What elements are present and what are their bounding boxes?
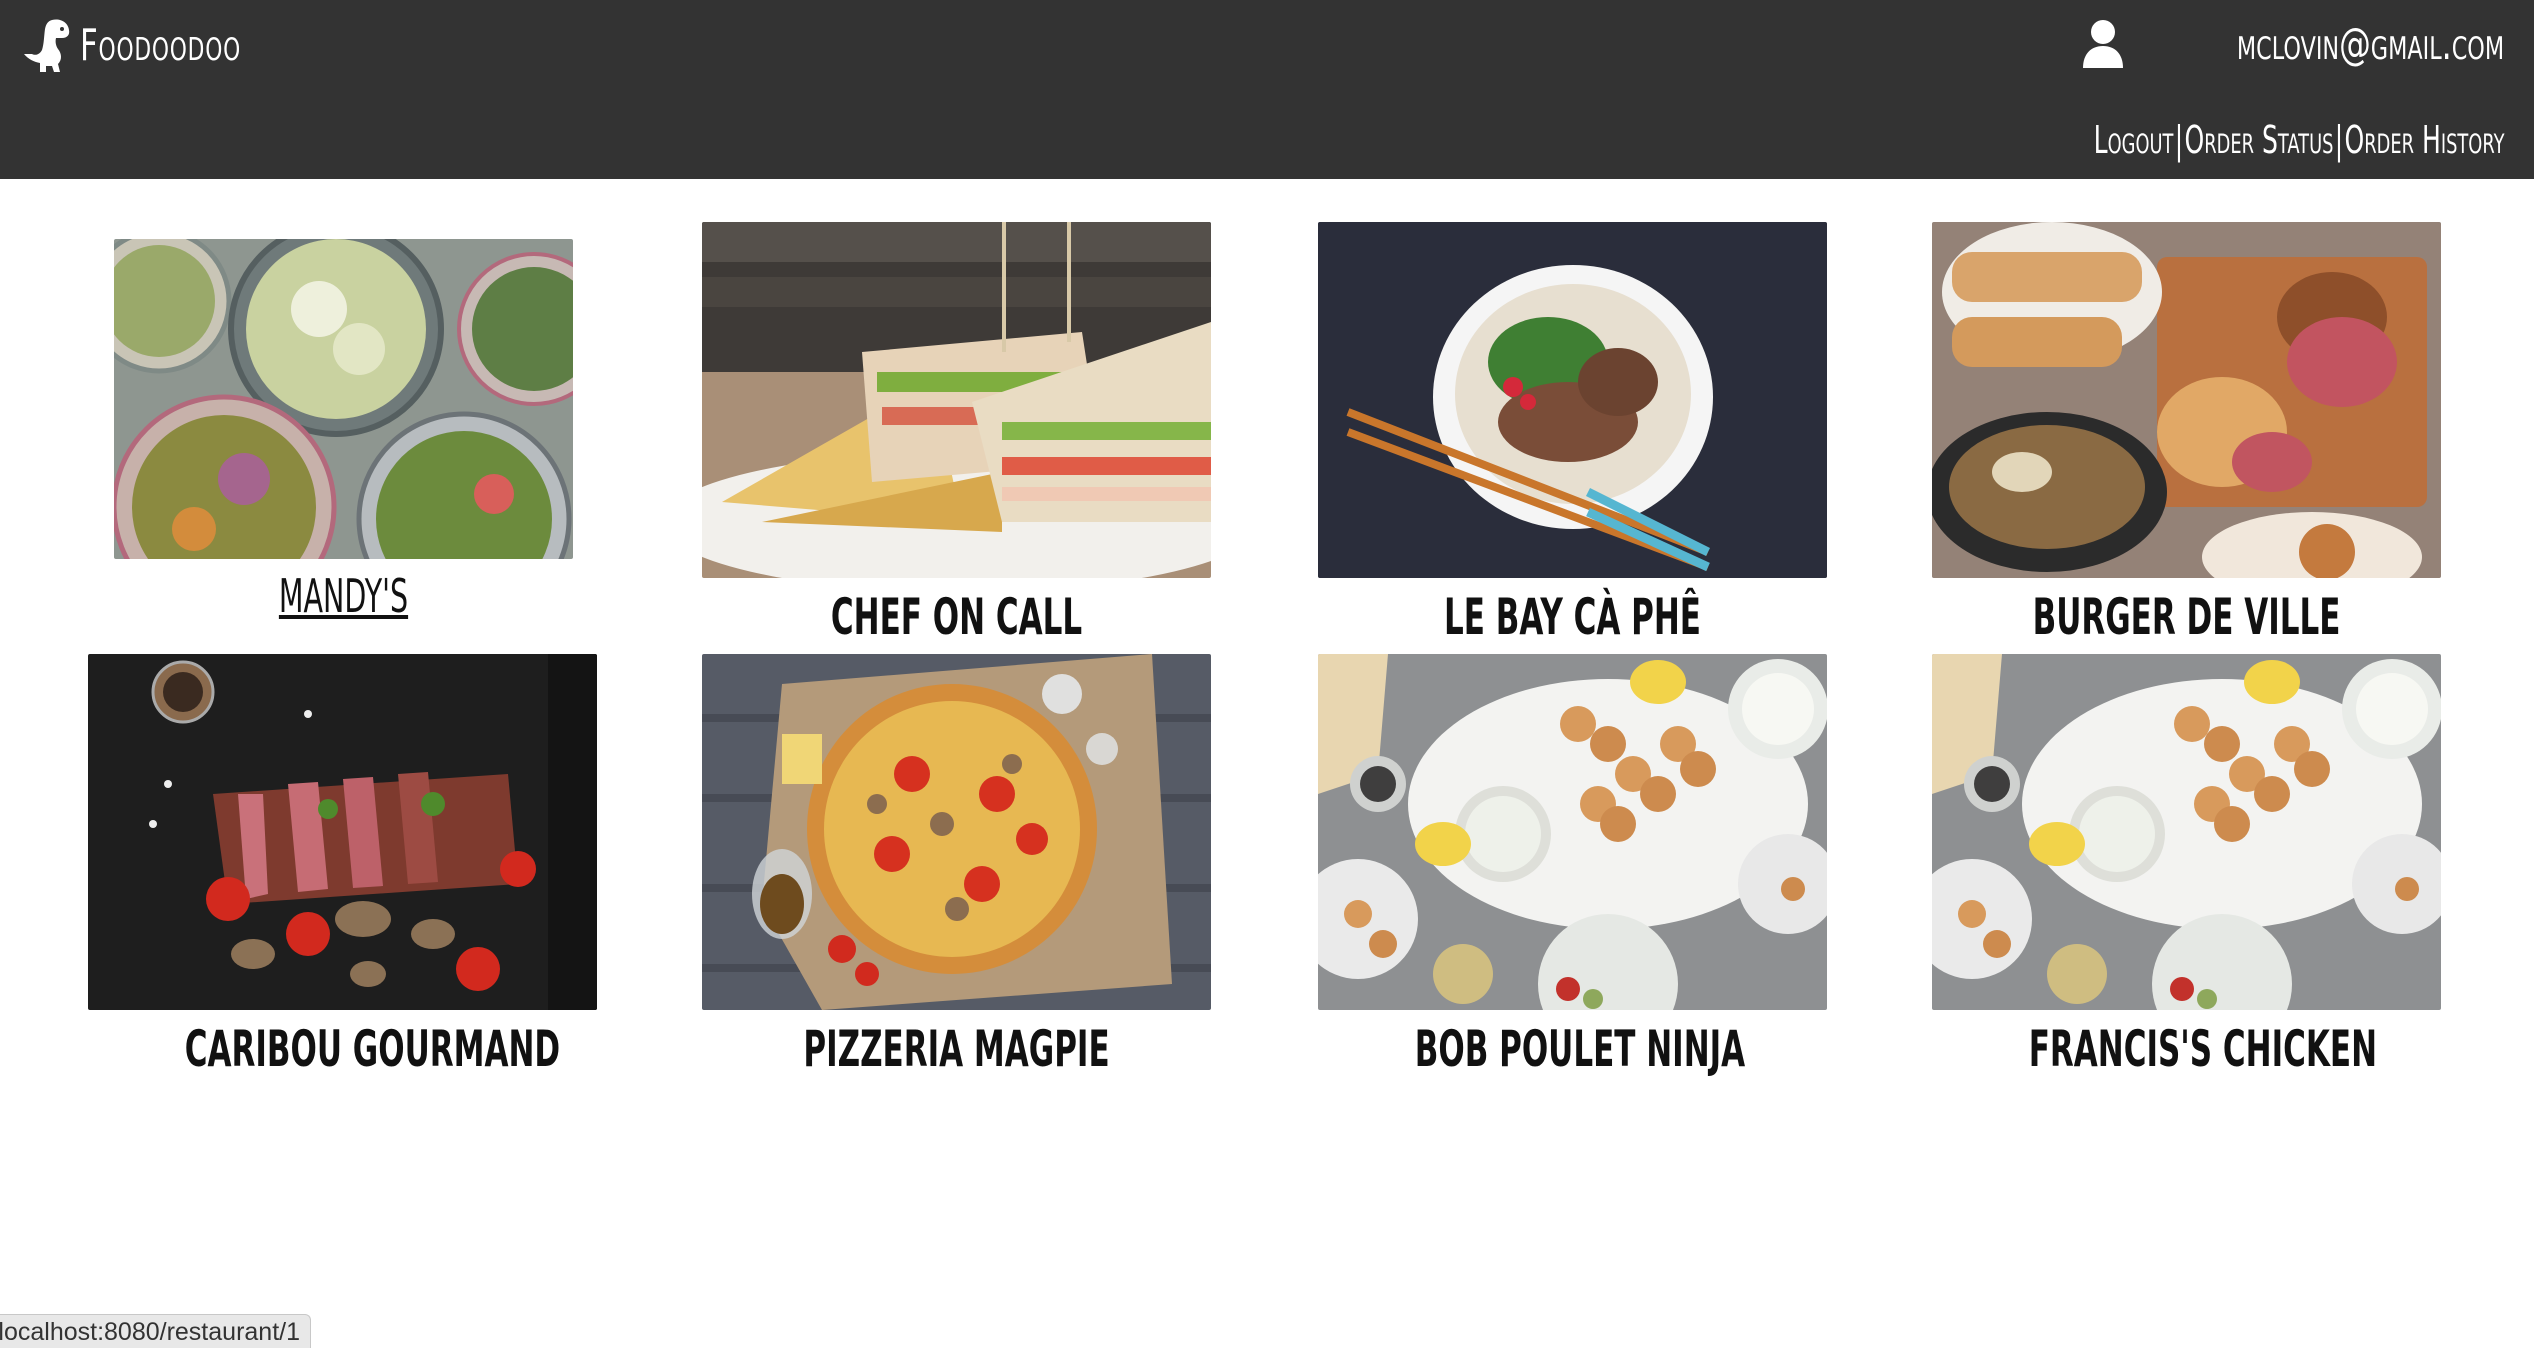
- brand-name: Foodoodoo: [80, 19, 242, 71]
- restaurant-name[interactable]: CARIBOU GOURMAND: [185, 1020, 560, 1078]
- restaurant-card[interactable]: FRANCIS'S CHICKEN: [1932, 654, 2441, 1078]
- restaurant-image-chicken-skewers[interactable]: [1932, 654, 2441, 1010]
- restaurant-card[interactable]: BOB POULET NINJA: [1318, 654, 1827, 1078]
- restaurant-image-burgers-poutine[interactable]: [1932, 222, 2441, 578]
- nav-separator: |: [2334, 118, 2343, 162]
- account-nav: Logout | Order Status | Order History: [2093, 118, 2504, 162]
- restaurant-image-pizza[interactable]: [702, 654, 1211, 1010]
- restaurant-image-sliced-steak[interactable]: [88, 654, 597, 1010]
- restaurant-card[interactable]: MANDY'S: [89, 222, 598, 623]
- restaurant-card[interactable]: CARIBOU GOURMAND: [88, 654, 597, 1078]
- status-url: localhost:8080/restaurant/1: [0, 1318, 300, 1346]
- brand-home-link[interactable]: Foodoodoo: [22, 16, 286, 74]
- restaurant-name[interactable]: BURGER DE VILLE: [2029, 588, 2345, 646]
- restaurant-name[interactable]: MANDY'S: [186, 569, 502, 623]
- restaurant-image-chicken-skewers[interactable]: [1318, 654, 1827, 1010]
- restaurant-card[interactable]: BURGER DE VILLE: [1932, 222, 2441, 646]
- order-status-link[interactable]: Order Status: [2184, 118, 2333, 162]
- restaurant-card[interactable]: CHEF ON CALL: [702, 222, 1211, 646]
- restaurant-image-salad-bowls[interactable]: [114, 239, 573, 559]
- restaurant-name[interactable]: LE BAY CÀ PHÊ: [1415, 588, 1731, 646]
- top-navbar: Foodoodoo mclovin@gmail.com Logout | Ord…: [0, 0, 2534, 179]
- restaurant-name[interactable]: PIZZERIA MAGPIE: [799, 1020, 1115, 1078]
- dinosaur-logo-icon: [24, 19, 70, 72]
- nav-separator: |: [2174, 118, 2183, 162]
- restaurant-card[interactable]: PIZZERIA MAGPIE: [702, 654, 1211, 1078]
- restaurant-name[interactable]: BOB POULET NINJA: [1415, 1020, 1745, 1078]
- restaurant-image-club-sandwich[interactable]: [702, 222, 1211, 578]
- restaurant-name[interactable]: FRANCIS'S CHICKEN: [2029, 1020, 2377, 1078]
- link-preview-status-bar: localhost:8080/restaurant/1: [0, 1314, 311, 1348]
- restaurant-image-pho-bowl[interactable]: [1318, 222, 1827, 578]
- user-account[interactable]: mclovin@gmail.com: [2081, 18, 2504, 70]
- user-icon: [2082, 20, 2123, 68]
- user-email: mclovin@gmail.com: [2236, 18, 2504, 70]
- logout-link[interactable]: Logout: [2093, 118, 2173, 162]
- restaurant-card[interactable]: LE BAY CÀ PHÊ: [1318, 222, 1827, 646]
- restaurant-name[interactable]: CHEF ON CALL: [799, 588, 1115, 646]
- order-history-link[interactable]: Order History: [2344, 118, 2504, 162]
- page: Foodoodoo mclovin@gmail.com Logout | Ord…: [0, 0, 2534, 1348]
